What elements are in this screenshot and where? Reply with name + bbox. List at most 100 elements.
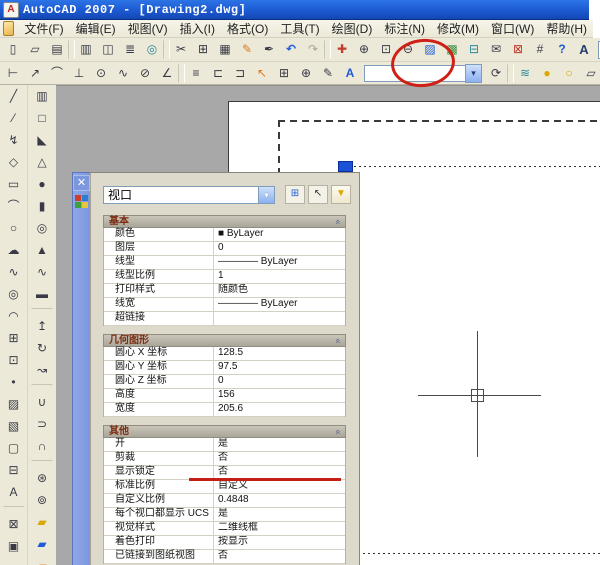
- property-row[interactable]: 标准比例 自定义: [104, 480, 345, 494]
- revolve-button[interactable]: ↻: [30, 338, 54, 359]
- property-row[interactable]: 打印样式 随颜色: [104, 284, 345, 298]
- new-button[interactable]: ▯: [2, 39, 24, 60]
- center-mark-button[interactable]: ⊕: [295, 63, 317, 84]
- plot-preview-button[interactable]: ◫: [97, 39, 119, 60]
- multiline-text-button[interactable]: A: [2, 482, 26, 503]
- diameter-dimension-button[interactable]: ⊘: [134, 63, 156, 84]
- rectangle-button[interactable]: ▭: [2, 174, 26, 195]
- baseline-dimension-button[interactable]: ⊏: [207, 63, 229, 84]
- tolerance-button[interactable]: ⊞: [273, 63, 295, 84]
- torus-button[interactable]: ◎: [30, 218, 54, 239]
- render-button[interactable]: ●: [2, 558, 26, 565]
- section-header-geometry[interactable]: 几何图形 «: [103, 334, 346, 347]
- property-row[interactable]: 显示锁定 否: [104, 466, 345, 480]
- polysolid-button[interactable]: ▥: [30, 86, 54, 107]
- helix-button[interactable]: ∿: [30, 262, 54, 283]
- copy-button[interactable]: ⊞: [192, 39, 214, 60]
- render-region-button[interactable]: ⊠: [2, 514, 26, 535]
- pan-realtime-button[interactable]: ✚: [331, 39, 353, 60]
- ellipse-arc-button[interactable]: ◠: [2, 306, 26, 327]
- visual-style-realistic-button[interactable]: ▰: [30, 556, 54, 565]
- insert-block-button[interactable]: ⊞: [2, 328, 26, 349]
- markup-set-manager-button[interactable]: ✉: [485, 39, 507, 60]
- extrude-button[interactable]: ↥: [30, 316, 54, 337]
- property-row[interactable]: 圆心 X 坐标 128.5: [104, 347, 345, 361]
- section-header-misc[interactable]: 其他 «: [103, 425, 346, 438]
- collapse-chevron-icon[interactable]: «: [333, 429, 343, 434]
- etransmit-button[interactable]: ◎: [141, 39, 163, 60]
- menu-dimension[interactable]: 标注(N): [378, 19, 431, 38]
- dimension-edit-button[interactable]: ✎: [317, 63, 339, 84]
- toolbar-separator[interactable]: [68, 40, 75, 59]
- text-style-manager-button[interactable]: A: [573, 39, 595, 60]
- toggle-pickadd-button[interactable]: ⊞: [285, 185, 305, 204]
- dbconnect-button[interactable]: ⊠: [507, 39, 529, 60]
- union-button[interactable]: ∪: [30, 392, 54, 413]
- region-button[interactable]: ▢: [2, 438, 26, 459]
- menu-tools[interactable]: 工具(T): [274, 19, 325, 38]
- menu-window[interactable]: 窗口(W): [485, 19, 540, 38]
- close-icon[interactable]: ✕: [73, 175, 90, 191]
- property-row[interactable]: 视觉样式 二维线框: [104, 522, 345, 536]
- sheet-set-manager-button[interactable]: ⊟: [463, 39, 485, 60]
- properties-button[interactable]: ▨: [419, 39, 441, 60]
- cone-button[interactable]: △: [30, 152, 54, 173]
- selected-viewport-bottom-edge[interactable]: [358, 553, 600, 554]
- drawing-file-icon[interactable]: [3, 21, 14, 36]
- polyline-button[interactable]: ↯: [2, 130, 26, 151]
- menu-draw[interactable]: 绘图(D): [326, 19, 379, 38]
- zoom-window-button[interactable]: ⊡: [375, 39, 397, 60]
- dimension-text-edit-button[interactable]: A: [339, 63, 361, 84]
- sphere-button[interactable]: ●: [30, 174, 54, 195]
- toolbar-separator[interactable]: [178, 64, 185, 83]
- toolbar-separator[interactable]: [507, 64, 514, 83]
- constrained-orbit-button[interactable]: ⊚: [30, 490, 54, 511]
- wedge-button[interactable]: ◣: [30, 130, 54, 151]
- save-button[interactable]: ▤: [46, 39, 68, 60]
- layer-properties-manager-button[interactable]: ≋: [514, 63, 536, 84]
- property-row[interactable]: 线型 ———— ByLayer: [104, 256, 345, 270]
- chevron-down-icon[interactable]: ▾: [465, 64, 482, 83]
- property-row[interactable]: 开 是: [104, 438, 345, 452]
- visual-style-2d-wireframe-button[interactable]: ▰: [30, 512, 54, 533]
- radius-dimension-button[interactable]: ⊙: [90, 63, 112, 84]
- quick-leader-button[interactable]: ↖: [251, 63, 273, 84]
- aligned-dimension-button[interactable]: ↗: [24, 63, 46, 84]
- undo-button[interactable]: ↶: [280, 39, 302, 60]
- object-type-combo[interactable]: 视口 ▾: [103, 186, 275, 204]
- spline-button[interactable]: ∿: [2, 262, 26, 283]
- layer-freeze-icon[interactable]: ○: [558, 63, 580, 84]
- intersect-button[interactable]: ∩: [30, 436, 54, 457]
- section-header-basic[interactable]: 基本 «: [103, 215, 346, 228]
- layer-on-bulb-icon[interactable]: ●: [536, 63, 558, 84]
- toolbar-separator[interactable]: [31, 460, 53, 466]
- open-button[interactable]: ▱: [24, 39, 46, 60]
- point-button[interactable]: •: [2, 372, 26, 393]
- circle-button[interactable]: ○: [2, 218, 26, 239]
- subtract-button[interactable]: ⊃: [30, 414, 54, 435]
- redo-button[interactable]: ↷: [302, 39, 324, 60]
- property-row[interactable]: 图层 0: [104, 242, 345, 256]
- property-row[interactable]: 每个视口都显示 UCS 是: [104, 508, 345, 522]
- cut-button[interactable]: ✂: [170, 39, 192, 60]
- quick-select-button[interactable]: ▼: [331, 185, 351, 204]
- designcenter-button[interactable]: ▩: [441, 39, 463, 60]
- menu-edit[interactable]: 编辑(E): [70, 19, 122, 38]
- line-button[interactable]: ╱: [2, 86, 26, 107]
- property-row[interactable]: 宽度 205.6: [104, 403, 345, 417]
- property-row[interactable]: 自定义比例 0.4848: [104, 494, 345, 508]
- select-objects-button[interactable]: ↖: [308, 185, 328, 204]
- toolbar-separator[interactable]: [163, 40, 170, 59]
- zoom-previous-button[interactable]: ⊖: [397, 39, 419, 60]
- collapse-chevron-icon[interactable]: «: [333, 338, 343, 343]
- menu-format[interactable]: 格式(O): [221, 19, 274, 38]
- property-row[interactable]: 圆心 Y 坐标 97.5: [104, 361, 345, 375]
- property-row[interactable]: 颜色 ■ ByLayer: [104, 228, 345, 242]
- help-button[interactable]: ?: [551, 39, 573, 60]
- quick-dimension-button[interactable]: ≡: [185, 63, 207, 84]
- dimension-style-combo[interactable]: ▾: [364, 64, 482, 83]
- quickcalc-button[interactable]: #: [529, 39, 551, 60]
- orbit-button[interactable]: ⊛: [30, 468, 54, 489]
- arc-button[interactable]: ⌒: [2, 196, 26, 217]
- menu-help[interactable]: 帮助(H): [540, 19, 593, 38]
